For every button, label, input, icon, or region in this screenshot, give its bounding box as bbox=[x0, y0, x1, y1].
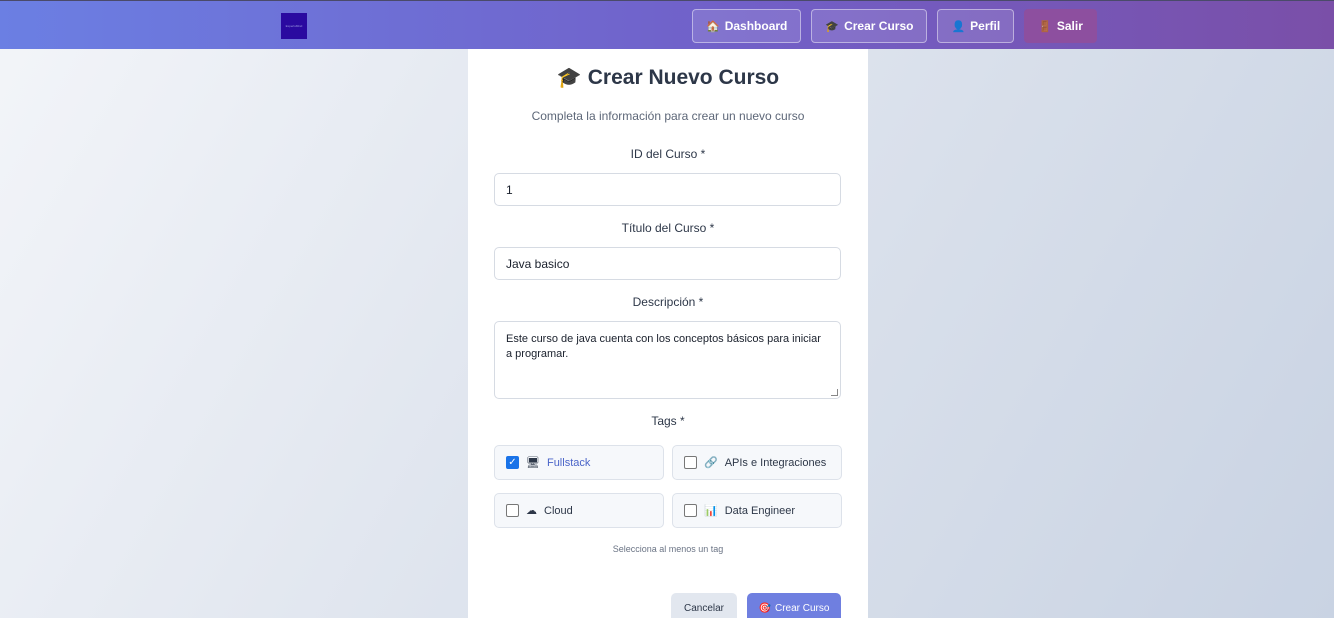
description-label: Descripción * bbox=[632, 295, 704, 309]
tag-apis-label: APIs e Integraciones bbox=[724, 456, 827, 469]
tag-fullstack-checkbox[interactable]: ✓ bbox=[506, 456, 519, 469]
tag-data-engineer-checkbox[interactable] bbox=[684, 504, 697, 517]
page-subtitle: Completa la información para crear un nu… bbox=[531, 109, 805, 123]
tag-apis-checkbox[interactable] bbox=[684, 456, 697, 469]
tags-hint: Selecciona al menos un tag bbox=[612, 544, 724, 554]
cancel-button-label: Cancelar bbox=[683, 602, 725, 614]
house-icon: 🏠 bbox=[706, 20, 720, 33]
graduation-cap-icon: 🎓 bbox=[556, 67, 582, 89]
course-title-input[interactable]: Java basico bbox=[494, 247, 841, 280]
bar-chart-icon: 📊 bbox=[704, 505, 718, 517]
course-title-value: Java basico bbox=[506, 256, 570, 271]
tag-apis[interactable]: 🔗 APIs e Integraciones bbox=[672, 445, 842, 480]
description-textarea[interactable]: Este curso de java cuenta con los concep… bbox=[494, 321, 841, 399]
description-value: Este curso de java cuenta con los concep… bbox=[506, 333, 821, 360]
graduation-cap-icon: 🎓 bbox=[825, 20, 840, 33]
tag-cloud[interactable]: ☁ Cloud bbox=[494, 493, 664, 528]
nav-dashboard-button[interactable]: 🏠 Dashboard bbox=[692, 9, 802, 43]
course-id-label: ID del Curso * bbox=[630, 147, 706, 161]
monitor-icon: 🖥 bbox=[526, 457, 540, 469]
person-icon: 👤 bbox=[951, 20, 966, 33]
tag-fullstack[interactable]: ✓ 🖥 Fullstack bbox=[494, 445, 664, 480]
resize-handle[interactable] bbox=[831, 389, 838, 396]
page-title-text: Crear Nuevo Curso bbox=[587, 66, 780, 89]
nav-profile-button[interactable]: 👤 Perfil bbox=[937, 9, 1015, 43]
cancel-button[interactable]: Cancelar bbox=[671, 593, 737, 618]
app-logo[interactable]: ExpertsMind bbox=[281, 13, 307, 39]
tags-label: Tags * bbox=[651, 414, 685, 428]
course-title-label: Título del Curso * bbox=[621, 221, 715, 235]
tag-cloud-label: Cloud bbox=[544, 504, 573, 517]
tag-data-engineer[interactable]: 📊 Data Engineer bbox=[672, 493, 842, 528]
top-navbar: ExpertsMind 🏠 Dashboard 🎓 Crear Curso 👤 … bbox=[0, 0, 1334, 49]
nav-logout-label: Salir bbox=[1056, 19, 1083, 33]
target-icon: 🎯 bbox=[758, 602, 771, 614]
course-id-input[interactable]: 1 bbox=[494, 173, 841, 206]
page-title: 🎓 Crear Nuevo Curso bbox=[468, 65, 868, 90]
nav-dashboard-label: Dashboard bbox=[724, 19, 788, 33]
nav-create-course-label: Crear Curso bbox=[844, 19, 914, 33]
tag-fullstack-label: Fullstack bbox=[546, 456, 591, 469]
course-id-value: 1 bbox=[506, 182, 513, 197]
create-course-button-label: Crear Curso bbox=[774, 602, 830, 614]
door-icon: 🚪 bbox=[1038, 20, 1052, 33]
nav-profile-label: Perfil bbox=[970, 19, 1001, 33]
create-course-form: 🎓 Crear Nuevo Curso Completa la informaci… bbox=[468, 49, 868, 618]
cloud-icon: ☁ bbox=[526, 505, 537, 517]
create-course-button[interactable]: 🎯 Crear Curso bbox=[747, 593, 841, 618]
nav-logout-button[interactable]: 🚪 Salir bbox=[1024, 9, 1097, 43]
nav-menu: 🏠 Dashboard 🎓 Crear Curso 👤 Perfil 🚪 Sal… bbox=[692, 9, 1097, 43]
tag-cloud-checkbox[interactable] bbox=[506, 504, 519, 517]
nav-create-course-button[interactable]: 🎓 Crear Curso bbox=[811, 9, 928, 43]
tag-data-engineer-label: Data Engineer bbox=[724, 504, 796, 517]
link-icon: 🔗 bbox=[704, 457, 718, 469]
logo-text: ExpertsMind bbox=[285, 24, 303, 28]
